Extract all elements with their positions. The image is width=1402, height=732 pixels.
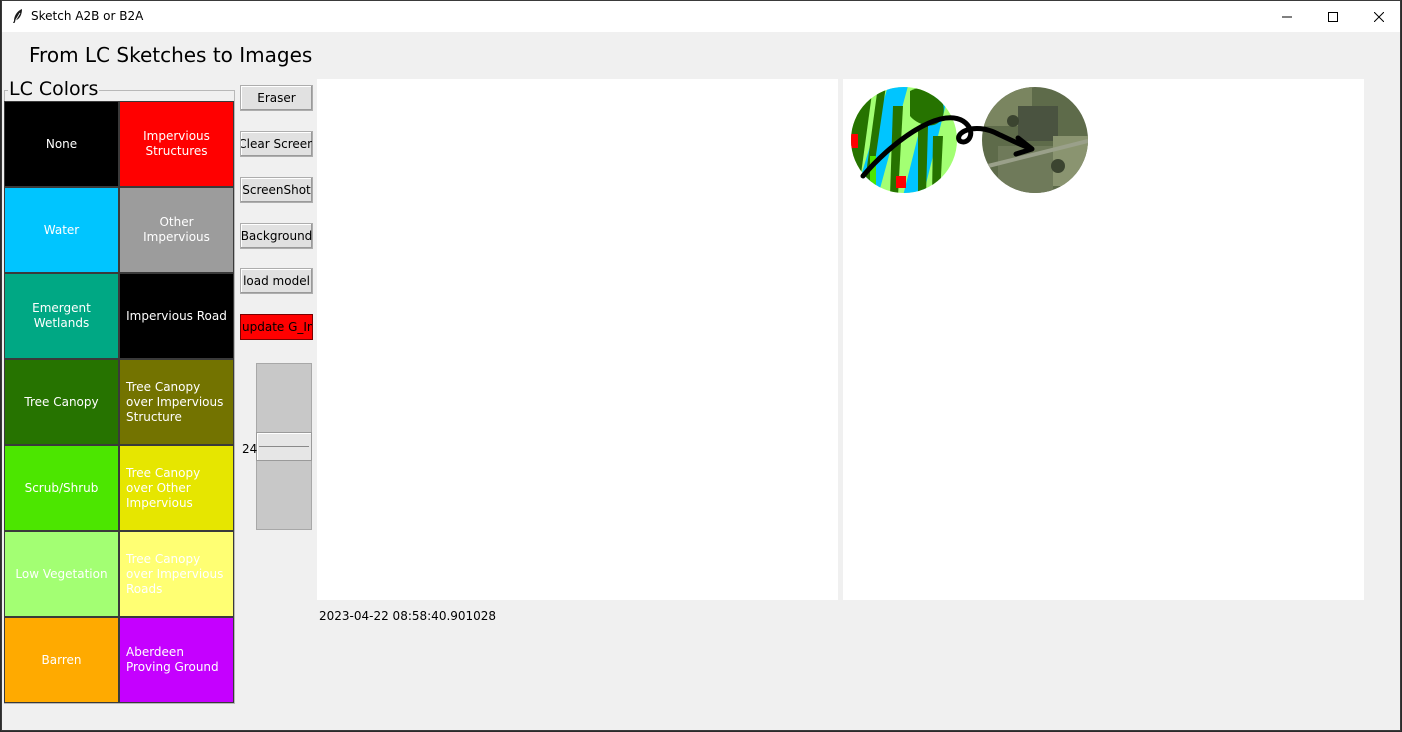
sketch-canvas[interactable] [317,79,838,600]
brush-size-value: 24 [242,442,258,456]
sketch-to-image-illustration [851,87,1088,193]
close-icon [1374,11,1384,22]
feather-icon [13,9,22,23]
lc-color-tree-canopy[interactable]: Tree Canopy [4,359,119,445]
lc-color-barren[interactable]: Barren [4,617,119,703]
screenshot-button[interactable]: ScreenShot [240,177,313,203]
close-button[interactable] [1356,1,1402,32]
lc-color-impervious-road[interactable]: Impervious Road [119,273,234,359]
clear-screen-button[interactable]: Clear Screen [240,131,313,157]
app-heading: From LC Sketches to Images [29,43,313,67]
lc-color-impervious-structures[interactable]: Impervious Structures [119,101,234,187]
lc-color-tree-canopy-over-impervious-structure[interactable]: Tree Canopy over Impervious Structure [119,359,234,445]
lc-sketch-thumbnail [851,87,957,193]
maximize-icon [1328,11,1338,22]
lc-color-tree-canopy-over-other-impervious[interactable]: Tree Canopy over Other Impervious [119,445,234,531]
update-g-img-button[interactable]: update G_Img [240,314,313,340]
window-title: Sketch A2B or B2A [31,9,144,23]
title-bar[interactable]: Sketch A2B or B2A [2,1,1400,32]
eraser-button[interactable]: Eraser [240,85,313,111]
timestamp: 2023-04-22 08:58:40.901028 [319,609,497,623]
lc-color-low-vegetation[interactable]: Low Vegetation [4,531,119,617]
lc-color-water[interactable]: Water [4,187,119,273]
minimize-button[interactable] [1264,1,1310,32]
load-model-button[interactable]: load model [240,268,313,294]
output-canvas [843,79,1364,600]
lc-color-emergent-wetlands[interactable]: Emergent Wetlands [4,273,119,359]
app-window: Sketch A2B or B2A From LC Sketches to Im… [1,0,1401,731]
lc-color-none[interactable]: None [4,101,119,187]
lc-color-grid: None Impervious Structures Water Other I… [4,101,236,704]
maximize-button[interactable] [1310,1,1356,32]
satellite-image-thumbnail [982,87,1088,193]
minimize-icon [1282,16,1292,17]
lc-colors-legend: LC Colors [8,78,100,100]
lc-color-other-impervious[interactable]: Other Impervious [119,187,234,273]
lc-color-scrub-shrub[interactable]: Scrub/Shrub [4,445,119,531]
lc-color-tree-canopy-over-impervious-roads[interactable]: Tree Canopy over Impervious Roads [119,531,234,617]
background-button[interactable]: Background [240,223,313,249]
brush-size-slider-handle[interactable] [256,432,312,461]
lc-color-aberdeen-proving-ground[interactable]: Aberdeen Proving Ground [119,617,234,703]
